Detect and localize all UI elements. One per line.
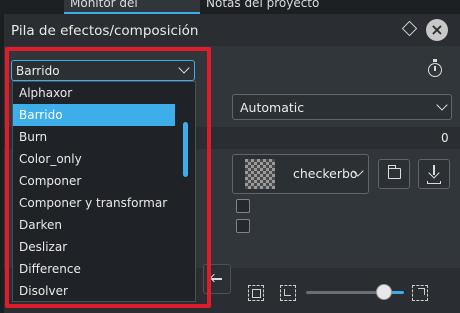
mode-select-value: Automatic — [240, 100, 305, 115]
zoom-in-icon[interactable] — [412, 285, 428, 301]
tab-monitor-del-proyecto[interactable]: Monitor del proyecto — [64, 0, 200, 14]
option-checkbox-2[interactable] — [236, 219, 250, 233]
effect-option-darken[interactable]: Darken — [13, 214, 175, 236]
wipe-file-select[interactable]: checkerbo — [232, 154, 369, 194]
zoom-slider-handle[interactable] — [376, 284, 392, 300]
mode-select[interactable]: Automatic — [232, 94, 452, 120]
float-diamond-icon[interactable] — [401, 20, 418, 37]
effect-option-disolver[interactable]: Disolver — [13, 280, 175, 301]
chevron-down-icon — [436, 99, 448, 111]
tab-bar: Monitor del proyecto Notas del proyecto — [0, 0, 460, 14]
stopwatch-icon[interactable] — [428, 59, 442, 77]
back-button[interactable] — [203, 264, 231, 294]
effect-option-difference[interactable]: Difference — [13, 258, 175, 280]
effect-dropdown-list: Alphaxor Barrido Burn Color_only Compone… — [12, 81, 196, 302]
tab-notas-del-proyecto[interactable]: Notas del proyecto — [200, 0, 325, 14]
effect-options: Alphaxor Barrido Burn Color_only Compone… — [13, 82, 175, 301]
effect-select[interactable]: Barrido — [11, 60, 195, 81]
close-icon[interactable]: × — [426, 19, 448, 41]
chevron-down-icon — [178, 62, 190, 74]
zoom-out-icon[interactable] — [280, 285, 296, 301]
download-tray — [427, 181, 441, 184]
option-checkbox-1[interactable] — [236, 199, 250, 213]
open-folder-button[interactable] — [378, 159, 410, 189]
effect-option-deslizar[interactable]: Deslizar — [13, 236, 175, 258]
effect-option-color-only[interactable]: Color_only — [13, 148, 175, 170]
zoom-track — [306, 291, 384, 294]
effect-select-value: Barrido — [16, 64, 60, 78]
panel-titlebar: Pila de efectos/composición × — [4, 14, 460, 46]
numeric-value[interactable]: 0 — [441, 131, 449, 145]
scrollbar-handle[interactable] — [183, 122, 188, 177]
back-arrow-icon — [212, 278, 222, 280]
wipe-file-value: checkerbo — [293, 166, 358, 181]
effect-option-componer[interactable]: Componer — [13, 170, 175, 192]
effect-option-componer-y-transformar[interactable]: Componer y transformar — [13, 192, 175, 214]
fit-zoom-icon[interactable] — [248, 285, 264, 301]
effect-option-barrido[interactable]: Barrido — [13, 104, 175, 126]
folder-icon — [388, 165, 401, 179]
panel-title: Pila de efectos/composición — [11, 23, 199, 39]
checkerboard-thumbnail — [245, 159, 275, 189]
effect-option-alphaxor[interactable]: Alphaxor — [13, 82, 175, 104]
download-button[interactable] — [418, 159, 450, 189]
effect-option-burn[interactable]: Burn — [13, 126, 175, 148]
dropdown-scrollbar[interactable] — [176, 82, 195, 301]
zoom-slider[interactable] — [306, 284, 404, 300]
